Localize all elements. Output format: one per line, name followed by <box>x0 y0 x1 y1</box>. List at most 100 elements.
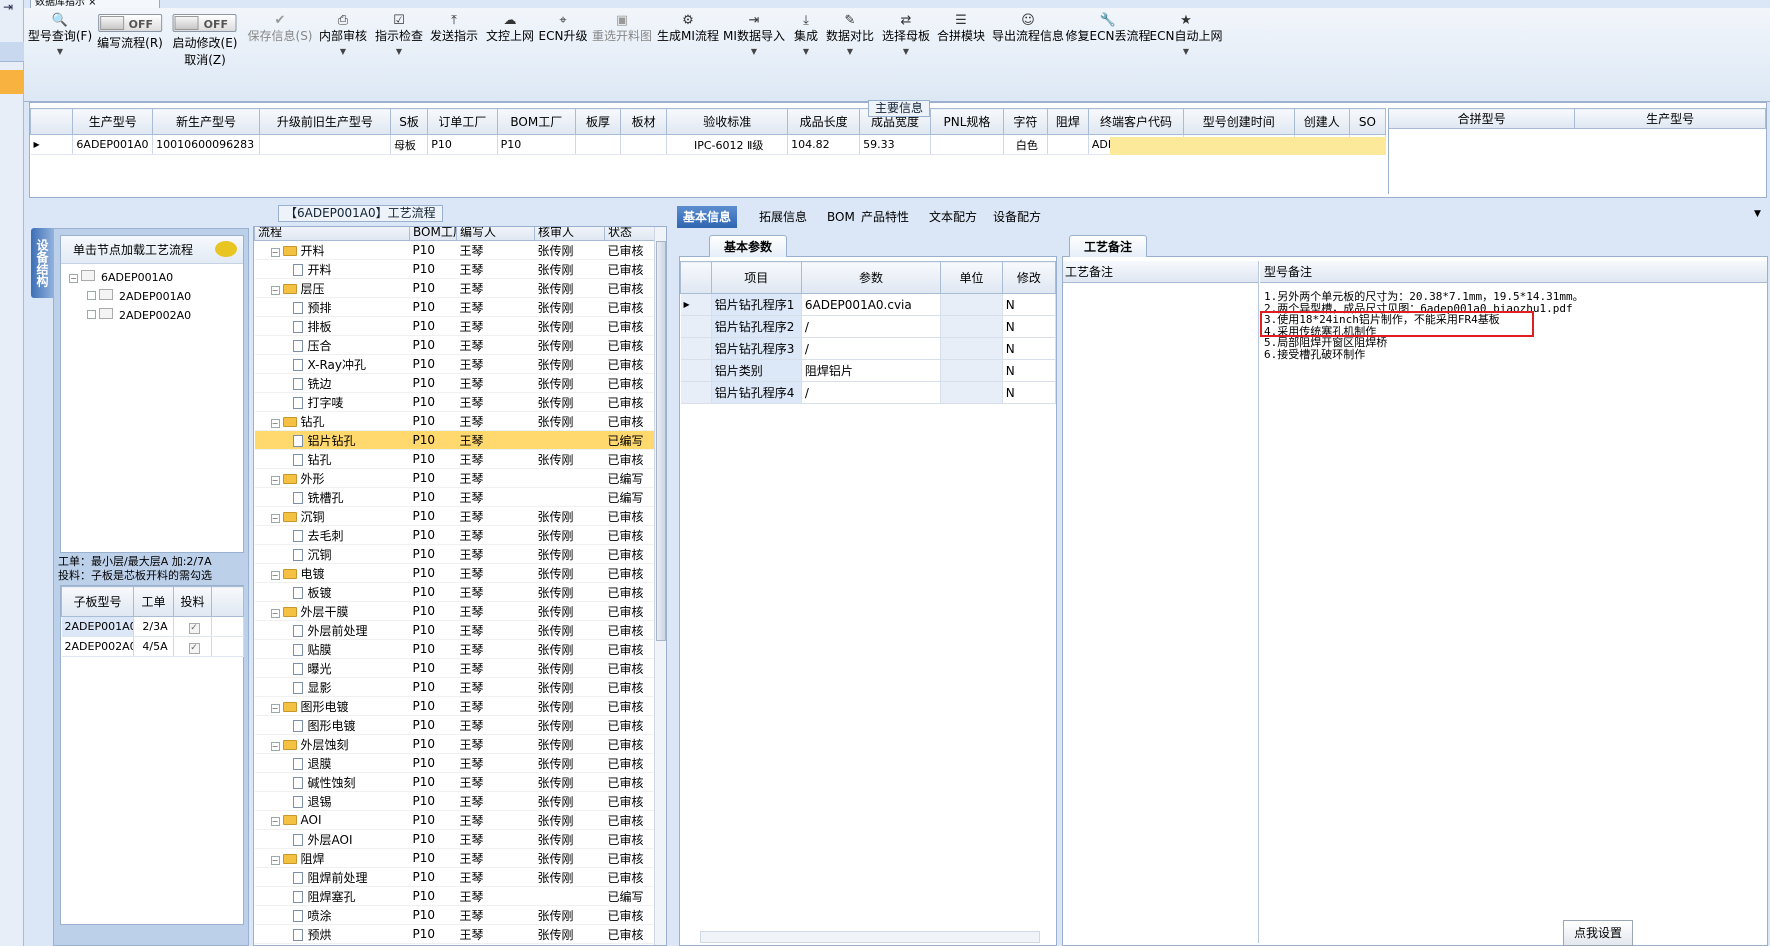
toolbar-button-13[interactable]: ✎ 数据对比 ▼ <box>826 14 874 59</box>
column-header[interactable]: 生产型号 <box>1574 108 1766 129</box>
process-status-cell[interactable]: 已审核 <box>604 924 655 944</box>
process-row[interactable]: 铝片钻孔 P10 王琴 已编写 <box>254 430 655 450</box>
toolbar-button-15[interactable]: ☰ 合拼模块 <box>937 14 985 45</box>
process-name-cell[interactable]: − 开料 <box>254 240 410 260</box>
process-name-cell[interactable]: 排板 <box>254 316 410 336</box>
process-row[interactable]: − 外形 P10 王琴 已编写 <box>254 468 655 488</box>
column-header[interactable]: 型号创建时间 <box>1183 108 1295 135</box>
process-status-cell[interactable]: 已审核 <box>604 810 655 830</box>
chevron-down-icon[interactable]: ▼ <box>723 45 785 59</box>
process-factory-cell[interactable]: P10 <box>409 848 457 868</box>
process-name-cell[interactable]: − 电镀 <box>254 563 410 583</box>
table-cell[interactable]: 6ADEP001A0 <box>72 134 154 155</box>
process-name-cell[interactable]: − 阻焊 <box>254 848 410 868</box>
process-row[interactable]: 喷涂 P10 王琴 张传刚 已审核 <box>254 905 655 925</box>
feed-checkbox-cell[interactable]: ✓ <box>173 636 212 657</box>
table-row[interactable]: 铝片类别 阻焊铝片 N <box>680 359 1057 382</box>
process-name-cell[interactable]: 显影 <box>254 677 410 697</box>
process-row[interactable]: 贴膜 P10 王琴 张传刚 已审核 <box>254 639 655 659</box>
process-reviewer-cell[interactable]: 张传刚 <box>534 278 605 298</box>
process-name-cell[interactable]: 图形电镀 <box>254 715 410 735</box>
process-name-cell[interactable]: 阻焊前处理 <box>254 867 410 887</box>
edge-tab[interactable] <box>0 42 24 62</box>
process-name-cell[interactable]: 预排 <box>254 297 410 317</box>
column-header[interactable]: 订单工厂 <box>427 108 498 135</box>
process-reviewer-cell[interactable]: 张传刚 <box>534 601 605 621</box>
column-header[interactable]: 参数 <box>800 261 942 294</box>
tree-line[interactable] <box>87 291 96 300</box>
table-cell[interactable] <box>259 134 391 155</box>
column-header[interactable]: BOM工厂 <box>496 108 577 135</box>
process-name-cell[interactable]: 打字唛 <box>254 392 410 412</box>
process-status-cell[interactable]: 已编写 <box>604 430 655 450</box>
process-row[interactable]: 外层前处理 P10 王琴 张传刚 已审核 <box>254 620 655 640</box>
process-factory-cell[interactable]: P10 <box>409 373 457 393</box>
column-header[interactable]: 子板型号 <box>61 586 134 617</box>
process-name-cell[interactable]: 外层AOI <box>254 829 410 849</box>
process-writer-cell[interactable]: 王琴 <box>456 639 535 659</box>
process-reviewer-cell[interactable]: 张传刚 <box>534 924 605 944</box>
toggle-switch[interactable]: OFF <box>172 14 237 32</box>
param-item-cell[interactable]: 铝片钻孔程序3 <box>711 337 802 360</box>
process-writer-cell[interactable]: 王琴 <box>456 297 535 317</box>
process-writer-cell[interactable]: 王琴 <box>456 411 535 431</box>
process-name-cell[interactable]: 退锡 <box>254 791 410 811</box>
process-name-cell[interactable]: 板镀 <box>254 582 410 602</box>
param-item-cell[interactable]: 铝片钻孔程序1 <box>711 293 802 316</box>
process-status-cell[interactable]: 已审核 <box>604 772 655 792</box>
settings-button[interactable]: 点我设置 <box>1563 920 1633 946</box>
process-row[interactable]: 沉铜 P10 王琴 张传刚 已审核 <box>254 544 655 564</box>
process-reviewer-cell[interactable]: 张传刚 <box>534 867 605 887</box>
table-row[interactable]: ▶ 铝片钻孔程序1 6ADEP001A0.cvia N <box>680 293 1057 316</box>
process-vscroll-thumb[interactable] <box>656 241 666 641</box>
process-reviewer-cell[interactable] <box>534 430 605 450</box>
column-header[interactable]: 项目 <box>710 261 802 294</box>
process-row[interactable]: 预排 P10 王琴 张传刚 已审核 <box>254 297 655 317</box>
process-factory-cell[interactable]: P10 <box>409 696 457 716</box>
process-factory-cell[interactable]: P10 <box>409 829 457 849</box>
grid-corner[interactable] <box>680 261 712 294</box>
process-name-cell[interactable]: X-Ray冲孔 <box>254 354 410 374</box>
process-name-cell[interactable]: 钻孔 <box>254 449 410 469</box>
process-name-cell[interactable]: − 外层蚀刻 <box>254 734 410 754</box>
process-name-cell[interactable]: 铣边 <box>254 373 410 393</box>
process-factory-cell[interactable]: P10 <box>409 810 457 830</box>
collapse-icon[interactable]: − <box>270 741 280 751</box>
order-cell[interactable]: 2/3A <box>133 616 174 637</box>
process-reviewer-cell[interactable]: 张传刚 <box>534 240 605 260</box>
column-header[interactable]: 板厚 <box>575 108 622 135</box>
collapse-icon[interactable]: − <box>270 855 280 865</box>
process-reviewer-cell[interactable] <box>534 886 605 906</box>
collapse-icon[interactable]: − <box>270 817 280 826</box>
process-status-cell[interactable]: 已审核 <box>604 753 655 773</box>
process-writer-cell[interactable]: 王琴 <box>456 335 535 355</box>
process-factory-cell[interactable]: P10 <box>409 259 457 279</box>
table-row[interactable]: 2ADEP002A0 4/5A ✓ <box>61 636 244 657</box>
column-header[interactable]: 核审人 <box>534 227 605 241</box>
process-factory-cell[interactable]: P10 <box>409 886 457 906</box>
collapse-icon[interactable]: − <box>270 418 280 428</box>
column-header[interactable]: SO <box>1348 108 1387 135</box>
chevron-down-icon[interactable]: ▼ <box>319 45 367 59</box>
process-writer-cell[interactable]: 王琴 <box>456 240 535 260</box>
process-writer-cell[interactable]: 王琴 <box>456 848 535 868</box>
process-writer-cell[interactable]: 王琴 <box>456 373 535 393</box>
process-name-cell[interactable]: − 外层干膜 <box>254 601 410 621</box>
process-status-cell[interactable]: 已审核 <box>604 335 655 355</box>
column-header[interactable]: 终端客户代码 <box>1087 108 1185 135</box>
feed-checkbox-cell[interactable]: ✓ <box>173 616 212 637</box>
process-status-cell[interactable]: 已审核 <box>604 506 655 526</box>
process-name-cell[interactable]: − 图形电镀 <box>254 696 410 716</box>
collapse-icon[interactable]: − <box>270 703 280 713</box>
param-item-cell[interactable]: 铝片类别 <box>711 359 802 382</box>
param-value-cell[interactable]: / <box>801 381 942 404</box>
process-writer-cell[interactable]: 王琴 <box>456 734 535 754</box>
toolbar-button-2[interactable]: OFF 启动修改(E) 取消(Z) <box>172 14 237 69</box>
process-name-cell[interactable]: 曝光 <box>254 658 410 678</box>
column-header[interactable]: 升级前旧生产型号 <box>258 108 391 135</box>
process-writer-cell[interactable]: 王琴 <box>456 601 535 621</box>
process-row[interactable]: 排板 P10 王琴 张传刚 已审核 <box>254 316 655 336</box>
process-status-cell[interactable]: 已审核 <box>604 278 655 298</box>
collapse-icon[interactable]: − <box>270 285 280 295</box>
process-status-cell[interactable]: 已审核 <box>604 297 655 317</box>
